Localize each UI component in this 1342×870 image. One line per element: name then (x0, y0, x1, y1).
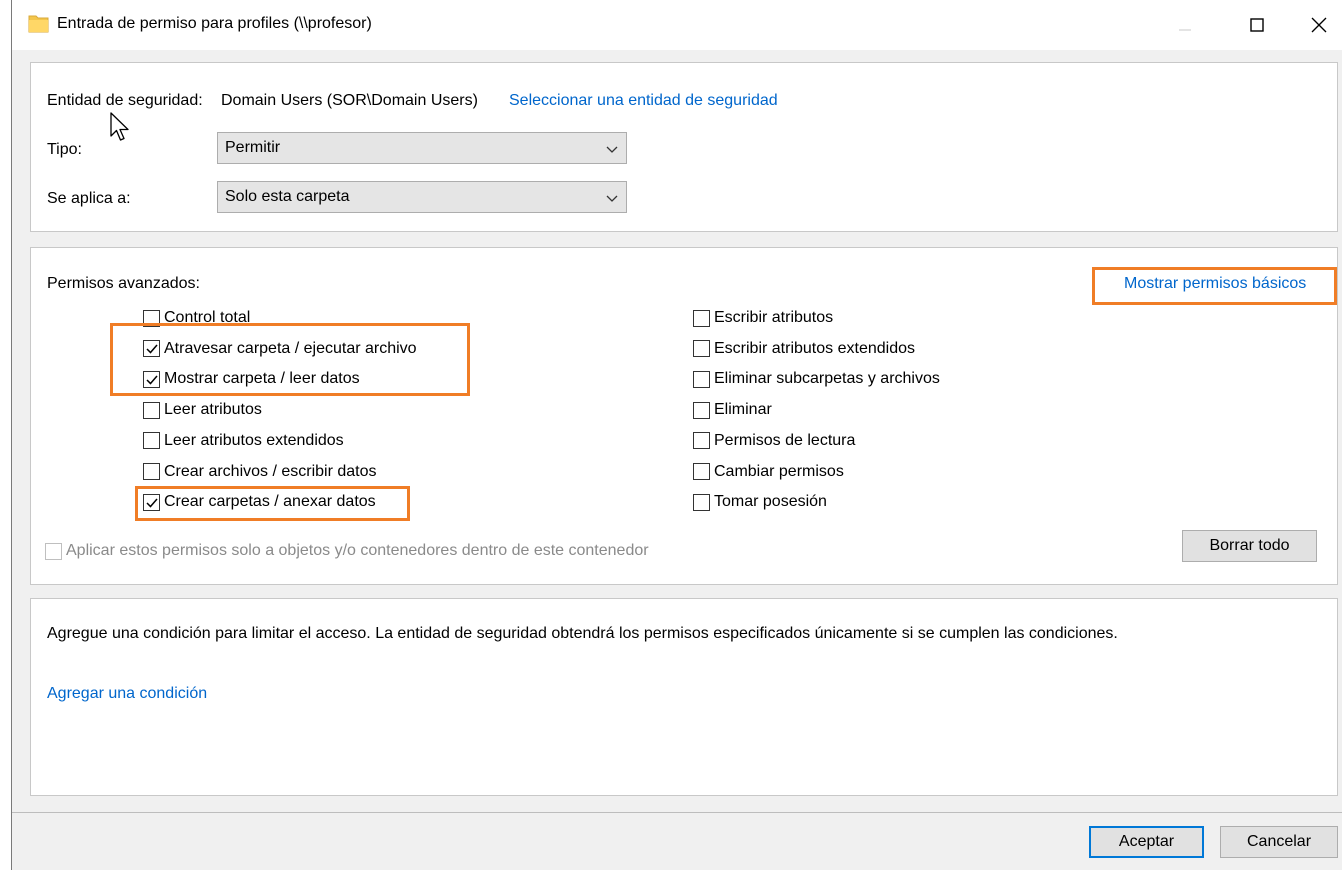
advanced-permissions-heading: Permisos avanzados: (47, 275, 200, 292)
permission-label: Permisos de lectura (714, 431, 856, 449)
permission-label: Escribir atributos extendidos (714, 339, 915, 357)
permission-label: Eliminar subcarpetas y archivos (714, 370, 940, 388)
apply-only-checkbox[interactable]: Aplicar estos permisos solo a objetos y/… (45, 540, 649, 562)
permission-checkbox-cambiar-permisos[interactable]: Cambiar permisos (693, 461, 844, 483)
checkbox-unchecked[interactable] (693, 309, 710, 327)
permission-checkbox-escribir-atributos-extendidos[interactable]: Escribir atributos extendidos (693, 338, 915, 360)
apply-only-label: Aplicar estos permisos solo a objetos y/… (66, 542, 649, 559)
permission-label: Leer atributos (164, 401, 262, 419)
condition-description: Agregue una condición para limitar el ac… (47, 625, 1118, 642)
permission-label: Leer atributos extendidos (164, 431, 344, 449)
add-condition-link[interactable]: Agregar una condición (47, 685, 207, 703)
permission-checkbox-leer-atributos-extendidos[interactable]: Leer atributos extendidos (143, 430, 344, 452)
permission-label: Cambiar permisos (714, 462, 844, 480)
advanced-permissions-panel: Permisos avanzados: Mostrar permisos bás… (30, 247, 1338, 585)
title-bar[interactable]: Entrada de permiso para profiles (\\prof… (12, 0, 1342, 50)
folder-icon (28, 13, 49, 33)
principal-panel: Entidad de seguridad: Domain Users (SOR\… (30, 62, 1338, 232)
permission-checkbox-eliminar[interactable]: Eliminar (693, 399, 772, 421)
type-select[interactable]: Permitir (217, 132, 627, 164)
close-button[interactable] (1296, 0, 1342, 50)
type-label: Tipo: (47, 141, 82, 158)
checkbox-unchecked[interactable] (693, 340, 710, 358)
type-select-value: Permitir (225, 139, 281, 156)
minimize-icon (1179, 29, 1191, 31)
checkbox-unchecked[interactable] (143, 401, 160, 419)
clear-all-button[interactable]: Borrar todo (1182, 530, 1317, 562)
chevron-down-icon (606, 195, 618, 202)
highlight-box (110, 323, 470, 396)
permission-checkbox-eliminar-subcarpetas-y-archivos[interactable]: Eliminar subcarpetas y archivos (693, 368, 940, 390)
applies-to-select[interactable]: Solo esta carpeta (217, 181, 627, 213)
applies-to-select-value: Solo esta carpeta (225, 188, 350, 205)
cancel-button[interactable]: Cancelar (1220, 826, 1338, 858)
principal-label: Entidad de seguridad: (47, 92, 203, 109)
checkbox-unchecked[interactable] (693, 432, 710, 450)
select-principal-link[interactable]: Seleccionar una entidad de seguridad (509, 92, 778, 110)
checkbox-box[interactable] (45, 542, 62, 560)
permission-checkbox-permisos-de-lectura[interactable]: Permisos de lectura (693, 430, 855, 452)
ok-button[interactable]: Aceptar (1089, 826, 1204, 858)
maximize-icon (1250, 18, 1264, 32)
permission-label: Crear archivos / escribir datos (164, 462, 377, 480)
highlight-box (1092, 267, 1337, 305)
checkbox-unchecked[interactable] (143, 432, 160, 450)
permission-checkbox-tomar-posesion[interactable]: Tomar posesión (693, 491, 827, 513)
chevron-down-icon (606, 146, 618, 153)
highlight-box (135, 486, 410, 521)
checkbox-unchecked[interactable] (693, 493, 710, 511)
mouse-cursor-icon (110, 112, 129, 141)
close-icon (1311, 17, 1327, 33)
window-title: Entrada de permiso para profiles (\\prof… (57, 15, 372, 32)
minimize-button[interactable] (1162, 0, 1208, 50)
footer-separator (12, 812, 1342, 813)
permission-checkbox-escribir-atributos[interactable]: Escribir atributos (693, 307, 833, 329)
checkbox-unchecked[interactable] (693, 370, 710, 388)
permission-label: Escribir atributos (714, 309, 834, 326)
permission-entry-dialog: Entrada de permiso para profiles (\\prof… (12, 0, 1342, 870)
checkbox-unchecked[interactable] (693, 401, 710, 419)
permission-label: Eliminar (714, 401, 772, 419)
permission-checkbox-leer-atributos[interactable]: Leer atributos (143, 399, 262, 421)
checkbox-unchecked[interactable] (143, 463, 160, 480)
condition-panel: Agregue una condición para limitar el ac… (30, 598, 1338, 796)
background-window-edge (0, 0, 12, 870)
permission-label: Tomar posesión (714, 493, 827, 511)
maximize-button[interactable] (1234, 0, 1280, 50)
permission-checkbox-crear-archivos-escribir-datos[interactable]: Crear archivos / escribir datos (143, 461, 377, 483)
principal-value: Domain Users (SOR\Domain Users) (221, 92, 478, 109)
checkbox-unchecked[interactable] (693, 463, 710, 480)
applies-to-label: Se aplica a: (47, 190, 131, 207)
